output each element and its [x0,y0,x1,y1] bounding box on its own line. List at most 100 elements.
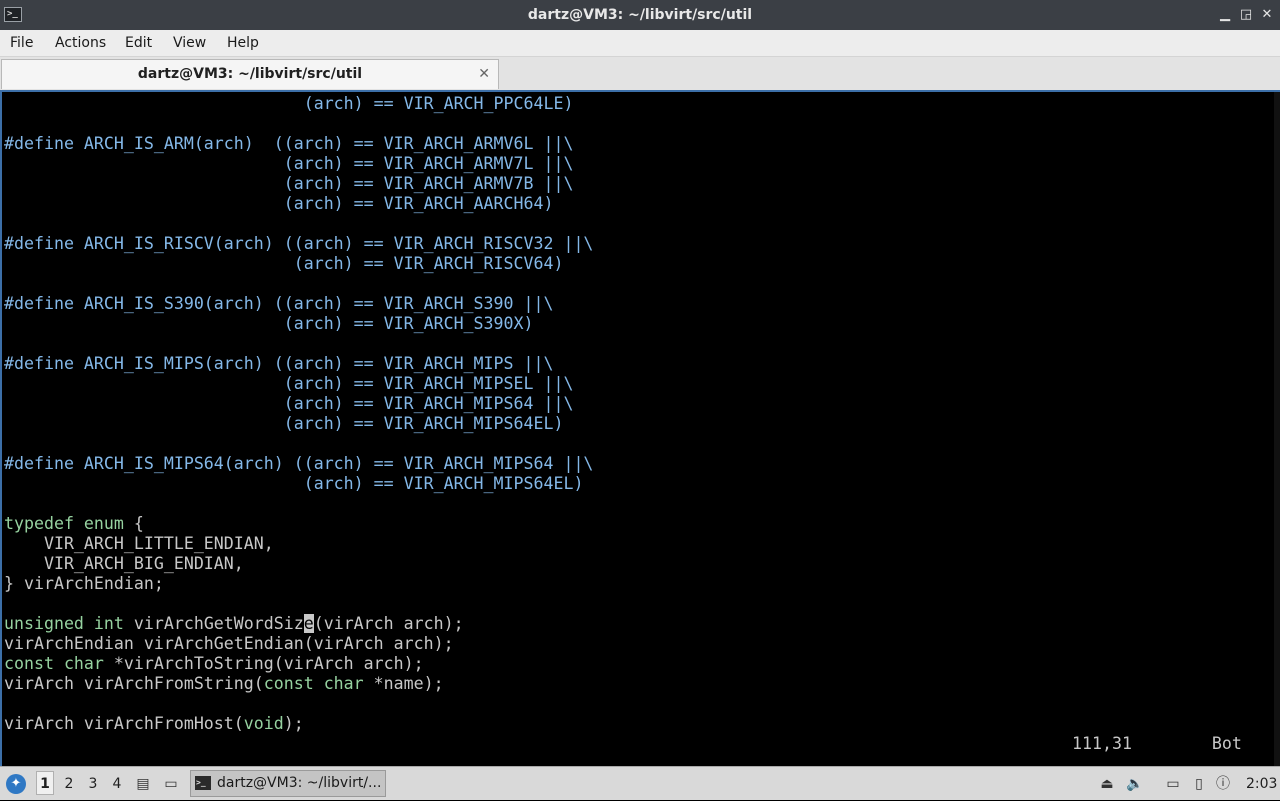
code-line: virArch virArchFromString(const char *na… [4,674,593,694]
code-token: (arch) == VIR_ARCH_ARMV7B ||\ [4,174,574,193]
cursor-position: 111,31 [1072,734,1132,753]
file-manager-icon[interactable]: ▤ [134,775,152,793]
tab-close-icon[interactable]: ✕ [478,60,490,88]
menu-edit[interactable]: Edit [125,30,152,56]
code-token: #define ARCH_IS_S390(arch) ((arch) == VI… [4,294,554,313]
code-token: *name); [363,674,444,693]
code-line: VIR_ARCH_BIG_ENDIAN, [4,554,593,574]
code-line: virArchEndian virArchGetEndian(virArch a… [4,634,593,654]
code-token: unsigned int [4,614,124,633]
code-line: (arch) == VIR_ARCH_MIPS64EL) [4,414,593,434]
code-token: const char [263,674,364,693]
code-token: #define ARCH_IS_RISCV(arch) ((arch) == V… [4,234,594,253]
code-token: (arch) == VIR_ARCH_MIPSEL ||\ [4,374,574,393]
code-token: #define ARCH_IS_MIPS64(arch) ((arch) == … [4,454,594,473]
clipboard-icon[interactable]: ▯ [1190,775,1208,793]
code-token: (arch) == VIR_ARCH_RISCV64) [4,254,564,273]
code-token: VIR_ARCH_BIG_ENDIAN, [4,554,244,573]
code-line: virArch virArchFromHost(void); [4,714,593,734]
code-token: void [243,714,284,733]
code-line: (arch) == VIR_ARCH_MIPSEL ||\ [4,374,593,394]
code-line: #define ARCH_IS_RISCV(arch) ((arch) == V… [4,234,593,254]
window-titlebar[interactable]: >_ dartz@VM3: ~/libvirt/src/util ▁ ◲ ✕ [0,0,1280,30]
code-token: virArchEndian virArchGetEndian(virArch a… [4,634,454,653]
code-line: (arch) == VIR_ARCH_AARCH64) [4,194,593,214]
code-token: virArch virArchFromString( [4,674,264,693]
terminal-tab[interactable]: dartz@VM3: ~/libvirt/src/util ✕ [1,59,499,89]
terminal-view[interactable]: (arch) == VIR_ARCH_PPC64LE) #define ARCH_… [0,90,1280,766]
code-token: #define ARCH_IS_MIPS(arch) ((arch) == VI… [4,354,554,373]
code-token: (arch) == VIR_ARCH_MIPS64 ||\ [4,394,574,413]
code-buffer[interactable]: (arch) == VIR_ARCH_PPC64LE) #define ARCH_… [4,94,593,734]
desktop-3-button[interactable]: 3 [84,767,102,801]
code-token: VIR_ARCH_LITTLE_ENDIAN, [4,534,274,553]
menu-help[interactable]: Help [227,30,259,56]
start-menu-icon[interactable]: ✦ [6,774,26,794]
code-line: (arch) == VIR_ARCH_S390X) [4,314,593,334]
show-desktop-icon[interactable]: ▭ [162,775,180,793]
text-cursor: e [303,614,314,633]
notification-icon[interactable]: ⓘ [1214,775,1232,793]
code-token: const char [4,654,104,673]
code-token: #define ARCH_IS_ARM(arch) ((arch) == VIR… [4,134,574,153]
close-button[interactable]: ✕ [1258,6,1276,24]
restore-button[interactable]: ◲ [1237,6,1255,24]
network-icon[interactable]: ▭ [1164,775,1182,793]
task-label: dartz@VM3: ~/libvirt/... [217,775,382,791]
menu-file[interactable]: File [10,30,33,56]
code-line: #define ARCH_IS_MIPS(arch) ((arch) == VI… [4,354,593,374]
code-line: #define ARCH_IS_S390(arch) ((arch) == VI… [4,294,593,314]
code-token: (arch) == VIR_ARCH_MIPS64EL) [4,414,564,433]
tab-label: dartz@VM3: ~/libvirt/src/util [137,66,363,82]
code-line: (arch) == VIR_ARCH_ARMV7L ||\ [4,154,593,174]
code-token: *virArchToString(virArch arch); [103,654,424,673]
code-line: VIR_ARCH_LITTLE_ENDIAN, [4,534,593,554]
code-line: const char *virArchToString(virArch arch… [4,654,593,674]
code-token: (arch) == VIR_ARCH_AARCH64) [4,194,554,213]
code-token: (arch) == VIR_ARCH_S390X) [4,314,534,333]
code-line: (arch) == VIR_ARCH_ARMV7B ||\ [4,174,593,194]
code-line: (arch) == VIR_ARCH_MIPS64 ||\ [4,394,593,414]
code-line: } virArchEndian; [4,574,593,594]
taskbar-terminal-button[interactable]: >_ dartz@VM3: ~/libvirt/... [190,770,386,797]
code-line: unsigned int virArchGetWordSize(virArch … [4,614,593,634]
code-line: #define ARCH_IS_MIPS64(arch) ((arch) == … [4,454,593,474]
code-line: typedef enum { [4,514,593,534]
volume-icon[interactable]: 🔈 [1126,775,1144,793]
desktop-2-button[interactable]: 2 [60,767,78,801]
desktop-4-button[interactable]: 4 [108,767,126,801]
terminal-task-icon: >_ [195,776,211,790]
code-token: (arch) == VIR_ARCH_PPC64LE) [4,94,574,113]
terminal-scrollbar[interactable] [1274,92,1280,766]
code-token: (arch) == VIR_ARCH_MIPS64EL) [4,474,584,493]
code-token: (arch) == VIR_ARCH_ARMV7L ||\ [4,154,574,173]
code-token: typedef enum [4,514,124,533]
menu-bar: File Actions Edit View Help [0,30,1280,57]
code-line: (arch) == VIR_ARCH_RISCV64) [4,254,593,274]
menu-view[interactable]: View [173,30,206,56]
code-token: virArchGetWordSiz [123,614,304,633]
code-token: ); [283,714,304,733]
desktop-1-button[interactable]: 1 [36,771,54,795]
code-line: (arch) == VIR_ARCH_PPC64LE) [4,94,593,114]
scroll-position: Bot [1211,734,1242,753]
clock[interactable]: 2:03 [1246,767,1277,801]
code-token: } virArchEndian; [4,574,164,593]
window-title: dartz@VM3: ~/libvirt/src/util [527,7,753,23]
code-token: virArch virArchFromHost( [4,714,244,733]
vim-ruler: 111,31 Bot [1072,734,1242,753]
code-line: (arch) == VIR_ARCH_MIPS64EL) [4,474,593,494]
menu-actions[interactable]: Actions [55,30,106,56]
tab-strip: dartz@VM3: ~/libvirt/src/util ✕ [0,57,1280,90]
code-line: #define ARCH_IS_ARM(arch) ((arch) == VIR… [4,134,593,154]
code-token: (virArch arch); [313,614,464,633]
eject-icon[interactable]: ⏏ [1098,775,1116,793]
minimize-button[interactable]: ▁ [1216,6,1234,24]
